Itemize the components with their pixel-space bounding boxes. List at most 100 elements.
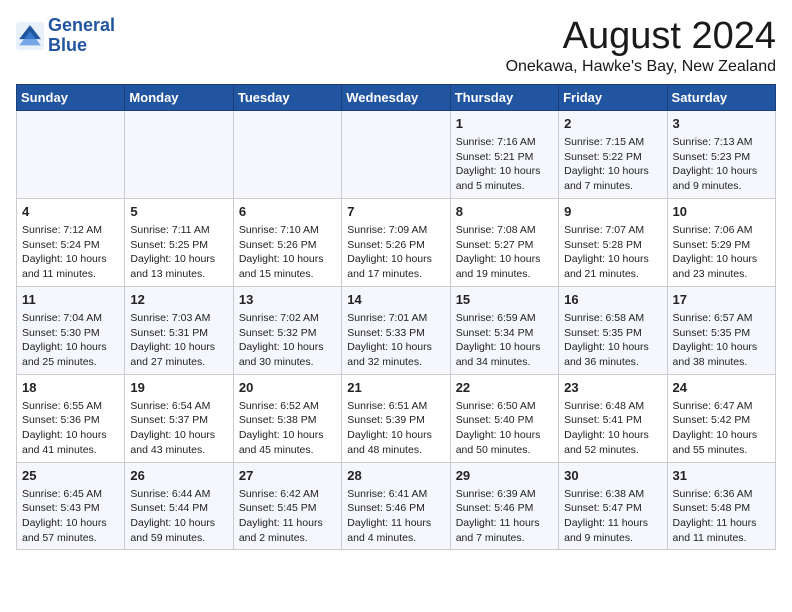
day-info: Sunrise: 7:01 AM Sunset: 5:33 PM Dayligh…: [347, 311, 444, 370]
day-info: Sunrise: 6:45 AM Sunset: 5:43 PM Dayligh…: [22, 487, 119, 546]
calendar-cell: 28 Sunrise: 6:41 AM Sunset: 5:46 PM Dayli…: [342, 462, 450, 550]
day-number: 27: [239, 467, 336, 485]
logo-icon: [16, 22, 44, 50]
calendar-table: SundayMondayTuesdayWednesdayThursdayFrid…: [16, 84, 776, 551]
calendar-cell: 18 Sunrise: 6:55 AM Sunset: 5:36 PM Dayli…: [17, 374, 125, 462]
day-number: 28: [347, 467, 444, 485]
week-row-5: 25 Sunrise: 6:45 AM Sunset: 5:43 PM Dayli…: [17, 462, 776, 550]
day-info: Sunrise: 6:47 AM Sunset: 5:42 PM Dayligh…: [673, 399, 770, 458]
calendar-cell: 20Sunrise: 6:52 AM Sunset: 5:38 PM Dayli…: [233, 374, 341, 462]
day-number: 25: [22, 467, 119, 485]
week-row-3: 11 Sunrise: 7:04 AM Sunset: 5:30 PM Dayli…: [17, 286, 776, 374]
calendar-cell: 30 Sunrise: 6:38 AM Sunset: 5:47 PM Dayli…: [559, 462, 667, 550]
logo-line1: General: [48, 15, 115, 35]
calendar-subtitle: Onekawa, Hawke's Bay, New Zealand: [506, 58, 776, 76]
day-number: 18: [22, 379, 119, 397]
day-number: 29: [456, 467, 553, 485]
calendar-cell: 26Sunrise: 6:44 AM Sunset: 5:44 PM Dayli…: [125, 462, 233, 550]
day-info: Sunrise: 7:11 AM Sunset: 5:25 PM Dayligh…: [130, 223, 227, 282]
calendar-cell: 31 Sunrise: 6:36 AM Sunset: 5:48 PM Dayli…: [667, 462, 775, 550]
calendar-cell: 29 Sunrise: 6:39 AM Sunset: 5:46 PM Dayli…: [450, 462, 558, 550]
day-number: 16: [564, 291, 661, 309]
weekday-header-sunday: Sunday: [17, 84, 125, 110]
calendar-cell: 1 Sunrise: 7:16 AM Sunset: 5:21 PM Daylig…: [450, 110, 558, 198]
calendar-cell: 27 Sunrise: 6:42 AM Sunset: 5:45 PM Dayli…: [233, 462, 341, 550]
day-info: Sunrise: 7:08 AM Sunset: 5:27 PM Dayligh…: [456, 223, 553, 282]
calendar-cell: 10 Sunrise: 7:06 AM Sunset: 5:29 PM Dayli…: [667, 198, 775, 286]
calendar-cell: 14 Sunrise: 7:01 AM Sunset: 5:33 PM Dayli…: [342, 286, 450, 374]
calendar-cell: [17, 110, 125, 198]
day-number: 12: [130, 291, 227, 309]
weekday-header-friday: Friday: [559, 84, 667, 110]
weekday-header-monday: Monday: [125, 84, 233, 110]
day-info: Sunrise: 6:48 AM Sunset: 5:41 PM Dayligh…: [564, 399, 661, 458]
day-number: 2: [564, 115, 661, 133]
day-info: Sunrise: 7:10 AM Sunset: 5:26 PM Dayligh…: [239, 223, 336, 282]
weekday-header-row: SundayMondayTuesdayWednesdayThursdayFrid…: [17, 84, 776, 110]
weekday-header-thursday: Thursday: [450, 84, 558, 110]
calendar-cell: 17Sunrise: 6:57 AM Sunset: 5:35 PM Dayli…: [667, 286, 775, 374]
calendar-cell: 25 Sunrise: 6:45 AM Sunset: 5:43 PM Dayli…: [17, 462, 125, 550]
day-number: 26: [130, 467, 227, 485]
day-info: Sunrise: 6:55 AM Sunset: 5:36 PM Dayligh…: [22, 399, 119, 458]
header: General Blue August 2024 Onekawa, Hawke'…: [16, 16, 776, 76]
calendar-cell: 19 Sunrise: 6:54 AM Sunset: 5:37 PM Dayli…: [125, 374, 233, 462]
weekday-header-saturday: Saturday: [667, 84, 775, 110]
day-number: 6: [239, 203, 336, 221]
day-number: 7: [347, 203, 444, 221]
calendar-cell: 22 Sunrise: 6:50 AM Sunset: 5:40 PM Dayli…: [450, 374, 558, 462]
day-info: Sunrise: 6:36 AM Sunset: 5:48 PM Dayligh…: [673, 487, 770, 546]
calendar-cell: 6 Sunrise: 7:10 AM Sunset: 5:26 PM Daylig…: [233, 198, 341, 286]
day-info: Sunrise: 6:58 AM Sunset: 5:35 PM Dayligh…: [564, 311, 661, 370]
day-number: 3: [673, 115, 770, 133]
day-number: 30: [564, 467, 661, 485]
calendar-cell: 8 Sunrise: 7:08 AM Sunset: 5:27 PM Daylig…: [450, 198, 558, 286]
day-info: Sunrise: 6:54 AM Sunset: 5:37 PM Dayligh…: [130, 399, 227, 458]
weekday-header-tuesday: Tuesday: [233, 84, 341, 110]
calendar-cell: 12 Sunrise: 7:03 AM Sunset: 5:31 PM Dayli…: [125, 286, 233, 374]
day-info: Sunrise: 6:41 AM Sunset: 5:46 PM Dayligh…: [347, 487, 444, 546]
day-info: Sunrise: 6:52 AM Sunset: 5:38 PM Dayligh…: [239, 399, 336, 458]
calendar-cell: 11 Sunrise: 7:04 AM Sunset: 5:30 PM Dayli…: [17, 286, 125, 374]
calendar-cell: 4Sunrise: 7:12 AM Sunset: 5:24 PM Daylig…: [17, 198, 125, 286]
week-row-2: 4Sunrise: 7:12 AM Sunset: 5:24 PM Daylig…: [17, 198, 776, 286]
week-row-4: 18 Sunrise: 6:55 AM Sunset: 5:36 PM Dayli…: [17, 374, 776, 462]
calendar-cell: 21 Sunrise: 6:51 AM Sunset: 5:39 PM Dayli…: [342, 374, 450, 462]
day-info: Sunrise: 6:38 AM Sunset: 5:47 PM Dayligh…: [564, 487, 661, 546]
day-number: 22: [456, 379, 553, 397]
calendar-cell: 7Sunrise: 7:09 AM Sunset: 5:26 PM Daylig…: [342, 198, 450, 286]
logo: General Blue: [16, 16, 115, 56]
day-number: 10: [673, 203, 770, 221]
day-number: 19: [130, 379, 227, 397]
day-number: 15: [456, 291, 553, 309]
day-number: 1: [456, 115, 553, 133]
day-number: 24: [673, 379, 770, 397]
day-info: Sunrise: 7:03 AM Sunset: 5:31 PM Dayligh…: [130, 311, 227, 370]
day-number: 23: [564, 379, 661, 397]
day-number: 11: [22, 291, 119, 309]
calendar-cell: 5 Sunrise: 7:11 AM Sunset: 5:25 PM Daylig…: [125, 198, 233, 286]
day-info: Sunrise: 6:59 AM Sunset: 5:34 PM Dayligh…: [456, 311, 553, 370]
day-info: Sunrise: 7:12 AM Sunset: 5:24 PM Dayligh…: [22, 223, 119, 282]
day-info: Sunrise: 7:07 AM Sunset: 5:28 PM Dayligh…: [564, 223, 661, 282]
day-info: Sunrise: 7:16 AM Sunset: 5:21 PM Dayligh…: [456, 135, 553, 194]
day-info: Sunrise: 6:42 AM Sunset: 5:45 PM Dayligh…: [239, 487, 336, 546]
day-number: 21: [347, 379, 444, 397]
calendar-cell: 2 Sunrise: 7:15 AM Sunset: 5:22 PM Daylig…: [559, 110, 667, 198]
day-number: 31: [673, 467, 770, 485]
day-info: Sunrise: 6:50 AM Sunset: 5:40 PM Dayligh…: [456, 399, 553, 458]
calendar-cell: 3Sunrise: 7:13 AM Sunset: 5:23 PM Daylig…: [667, 110, 775, 198]
day-info: Sunrise: 7:15 AM Sunset: 5:22 PM Dayligh…: [564, 135, 661, 194]
day-info: Sunrise: 7:06 AM Sunset: 5:29 PM Dayligh…: [673, 223, 770, 282]
day-info: Sunrise: 7:04 AM Sunset: 5:30 PM Dayligh…: [22, 311, 119, 370]
day-number: 8: [456, 203, 553, 221]
day-info: Sunrise: 7:02 AM Sunset: 5:32 PM Dayligh…: [239, 311, 336, 370]
day-number: 13: [239, 291, 336, 309]
logo-line2: Blue: [48, 35, 87, 55]
day-number: 5: [130, 203, 227, 221]
calendar-cell: 15 Sunrise: 6:59 AM Sunset: 5:34 PM Dayli…: [450, 286, 558, 374]
day-info: Sunrise: 6:39 AM Sunset: 5:46 PM Dayligh…: [456, 487, 553, 546]
calendar-cell: [233, 110, 341, 198]
day-info: Sunrise: 6:51 AM Sunset: 5:39 PM Dayligh…: [347, 399, 444, 458]
day-number: 14: [347, 291, 444, 309]
